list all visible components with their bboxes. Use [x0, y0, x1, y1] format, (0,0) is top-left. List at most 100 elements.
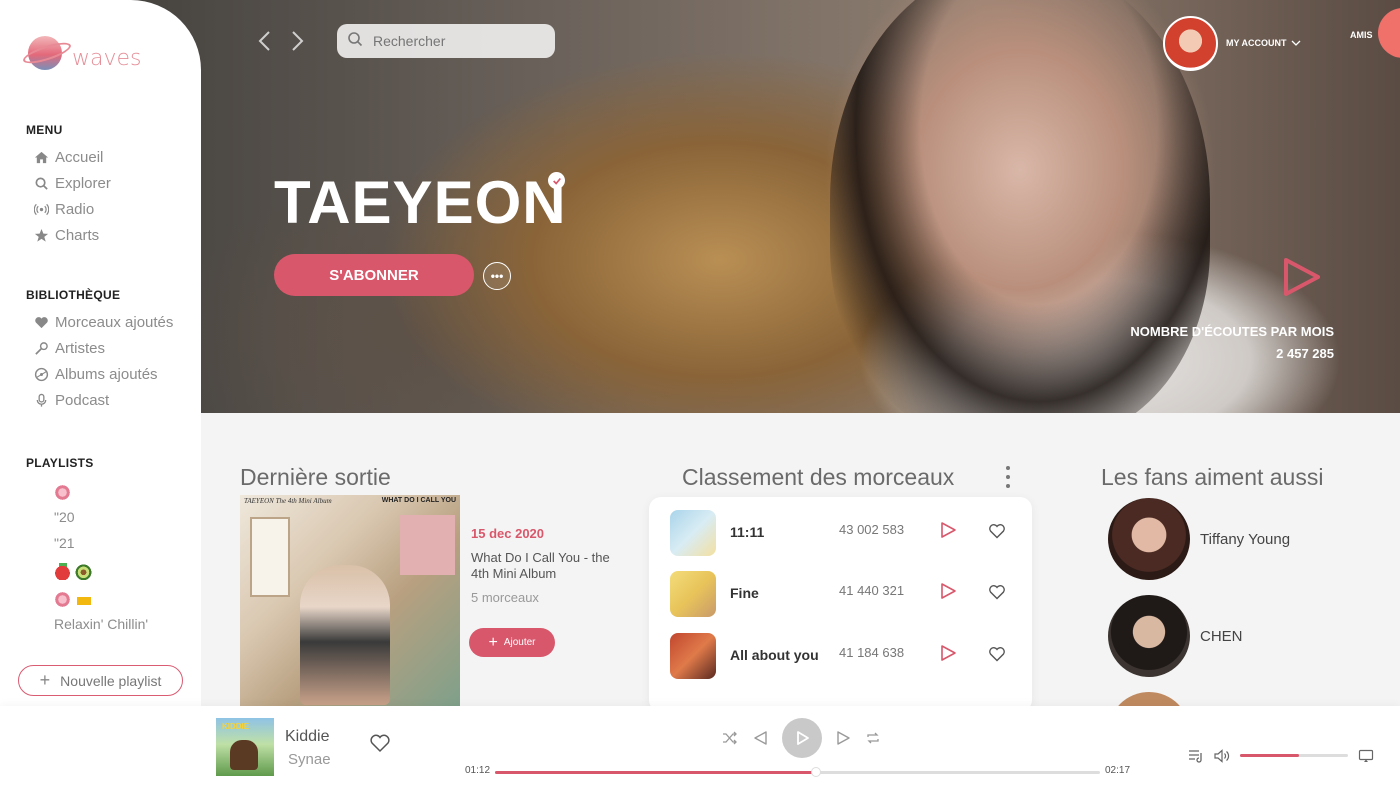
now-playing-artist[interactable]: Synae [288, 751, 331, 768]
kebab-menu-icon[interactable] [1004, 466, 1012, 488]
sidebar-item-label: Morceaux ajoutés [55, 313, 174, 331]
table-row[interactable]: All about you 41 184 638 [649, 630, 1032, 680]
playlist-item[interactable] [54, 590, 96, 608]
like-heart-icon[interactable] [369, 732, 391, 754]
forward-arrow-icon[interactable] [288, 30, 306, 52]
heart-icon[interactable] [988, 645, 1006, 663]
play-artist-icon[interactable] [1278, 254, 1324, 300]
strawberry-emoji-icon [54, 562, 71, 580]
cover-title: WHAT DO I CALL YOU [381, 497, 456, 504]
cover-text: KIDDIE [222, 722, 250, 731]
plus-icon: + [488, 633, 498, 651]
track-thumbnail [670, 571, 716, 617]
play-icon[interactable] [939, 521, 957, 539]
heart-icon [32, 313, 50, 331]
table-row[interactable]: Fine 41 440 321 [649, 568, 1032, 618]
add-album-button[interactable]: + Ajouter [469, 628, 555, 657]
verified-icon [548, 172, 565, 189]
sidebar-item-explorer[interactable]: Explorer [32, 174, 111, 192]
progress-bar[interactable] [495, 767, 1100, 777]
related-artist-name[interactable]: Tiffany Young [1200, 531, 1290, 548]
now-playing-title[interactable]: Kiddie [285, 728, 329, 746]
chevron-down-icon [1291, 38, 1301, 48]
track-plays: 41 440 321 [839, 583, 905, 598]
playlist-item[interactable]: "20 [54, 509, 75, 525]
sidebar-item-accueil[interactable]: Accueil [32, 148, 103, 166]
track-name: All about you [730, 647, 819, 663]
search-icon [347, 31, 363, 52]
repeat-icon[interactable] [865, 730, 881, 746]
play-icon[interactable] [939, 644, 957, 662]
related-artist-name[interactable]: CHEN [1200, 628, 1243, 645]
player-bar: KIDDIE Kiddie Synae 01:12 02:17 [0, 706, 1400, 788]
friends-label[interactable]: AMIS [1350, 30, 1373, 40]
microphone-icon [32, 339, 50, 357]
mic-icon [32, 391, 50, 409]
sidebar-item-label: Accueil [55, 148, 104, 166]
sidebar-item-radio[interactable]: Radio [32, 200, 94, 218]
album-cover[interactable]: TAEYEON The 4th Mini Album WHAT DO I CAL… [240, 495, 460, 706]
table-row[interactable]: 11:11 43 002 583 [649, 507, 1032, 557]
avatar[interactable] [1163, 16, 1218, 71]
playlist-item[interactable] [54, 483, 75, 501]
sidebar-item-label: Albums ajoutés [55, 365, 158, 383]
cover-caption: TAEYEON The 4th Mini Album [244, 497, 332, 505]
heart-icon[interactable] [988, 522, 1006, 540]
release-title[interactable]: What Do I Call You - the 4th Mini Album [471, 550, 611, 582]
library-title: BIBLIOTHÈQUE [26, 288, 121, 302]
queue-icon[interactable] [1188, 748, 1204, 764]
sidebar-item-label: Podcast [55, 391, 110, 409]
radio-icon [32, 200, 50, 218]
playlists-title: PLAYLISTS [26, 456, 94, 470]
search-input[interactable] [373, 33, 533, 49]
progress-handle[interactable] [810, 767, 821, 777]
logo-icon[interactable] [21, 34, 73, 74]
sidebar: waves MENU Accueil Explorer Radio Charts… [0, 0, 201, 706]
playlist-item[interactable]: Relaxin' Chillin' [54, 616, 148, 632]
new-playlist-button[interactable]: + Nouvelle playlist [18, 665, 183, 696]
heart-icon[interactable] [988, 583, 1006, 601]
add-label: Ajouter [503, 637, 536, 648]
shuffle-icon[interactable] [722, 730, 738, 746]
track-name: 11:11 [730, 524, 765, 540]
monthly-listens-value: 2 457 285 [1276, 346, 1334, 361]
back-arrow-icon[interactable] [256, 30, 274, 52]
volume-fill [1240, 754, 1300, 757]
history-nav [256, 30, 306, 52]
sidebar-item-morceaux[interactable]: Morceaux ajoutés [32, 313, 173, 331]
playlist-item[interactable]: "21 [54, 535, 75, 551]
home-icon [32, 148, 50, 166]
sidebar-item-label: Explorer [55, 174, 111, 192]
sidebar-item-albums[interactable]: Albums ajoutés [32, 365, 158, 383]
account-menu[interactable]: MY ACCOUNT [1226, 38, 1301, 48]
play-icon[interactable] [939, 582, 957, 600]
related-artist-avatar[interactable] [1108, 595, 1190, 677]
related-artist-avatar[interactable] [1108, 498, 1190, 580]
now-playing-cover[interactable]: KIDDIE [216, 718, 274, 776]
previous-icon[interactable] [752, 730, 768, 746]
next-icon[interactable] [836, 730, 852, 746]
sidebar-item-charts[interactable]: Charts [32, 226, 99, 244]
sidebar-item-artistes[interactable]: Artistes [32, 339, 105, 357]
ranking-heading: Classement des morceaux [682, 464, 955, 490]
progress-fill [495, 771, 816, 774]
sidebar-item-label: Artistes [55, 339, 106, 357]
volume-slider[interactable] [1240, 754, 1348, 757]
play-pause-button[interactable] [782, 718, 822, 758]
ranking-list: 11:11 43 002 583 Fine 41 440 321 All abo… [649, 497, 1032, 712]
search-bar[interactable] [337, 24, 555, 58]
total-time: 02:17 [1105, 765, 1131, 776]
sidebar-item-label: Radio [55, 200, 95, 218]
fans-like-heading: Les fans aiment aussi [1101, 464, 1324, 490]
sidebar-item-podcast[interactable]: Podcast [32, 391, 109, 409]
new-playlist-label: Nouvelle playlist [60, 672, 162, 689]
logo-text[interactable]: waves [72, 46, 142, 71]
volume-icon[interactable] [1214, 748, 1230, 764]
flower-emoji-icon [54, 590, 71, 608]
track-name: Fine [730, 585, 759, 601]
more-options-button[interactable]: ••• [483, 262, 511, 290]
playlist-item[interactable] [54, 562, 96, 580]
subscribe-button[interactable]: S'ABONNER [274, 254, 474, 296]
cast-device-icon[interactable] [1358, 748, 1374, 764]
menu-title: MENU [26, 123, 63, 137]
